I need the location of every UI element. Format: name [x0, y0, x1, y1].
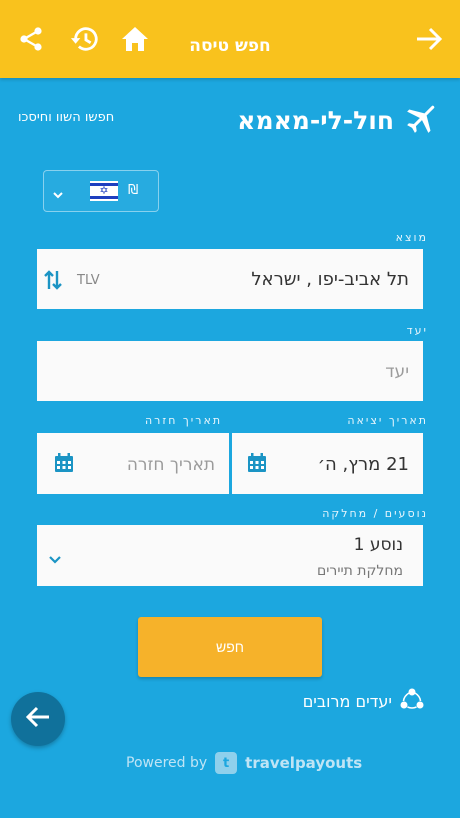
top-app-bar: חפש טיסה — [0, 0, 460, 78]
origin-field[interactable]: תל אביב-יפו , ישראל TLV — [37, 249, 423, 309]
currency-select[interactable]: ₪ ✡ — [43, 170, 159, 212]
cabin-class: מחלקת תיירים — [317, 563, 403, 579]
destination-field[interactable]: יעד — [37, 341, 423, 401]
passengers-field[interactable]: נוסע 1 מחלקת תיירים — [37, 525, 423, 586]
history-icon[interactable] — [70, 24, 100, 54]
arrow-right-icon[interactable] — [414, 24, 444, 54]
arrow-left-icon — [25, 705, 51, 733]
powered-by: Powered by t travelpayouts — [126, 752, 362, 774]
passengers-label: נוסעים / מחלקה — [322, 507, 428, 520]
multi-route-icon — [400, 688, 424, 714]
destination-placeholder: יעד — [385, 362, 409, 382]
calendar-icon — [54, 453, 74, 477]
currency-symbol: ₪ — [128, 183, 139, 198]
passengers-value: נוסע 1 — [353, 535, 403, 555]
powered-by-label: Powered by — [126, 755, 208, 771]
brand-name: חול-לי-מאמא — [237, 105, 394, 135]
origin-label: מוצא — [395, 231, 428, 244]
brand-slogan: חפשו השוו וחיסכו — [18, 110, 115, 125]
departure-value: 21 מרץ, ה׳ — [317, 454, 409, 475]
share-icon[interactable] — [16, 24, 46, 54]
origin-value: תל אביב-יפו , ישראל — [251, 269, 409, 290]
return-placeholder: תאריך חזרה — [126, 455, 215, 475]
chevron-down-icon — [52, 185, 64, 204]
swap-icon[interactable] — [43, 269, 63, 295]
page-title: חפש טיסה — [189, 36, 271, 56]
chevron-down-icon — [48, 550, 62, 569]
destination-label: יעד — [406, 324, 428, 337]
brand-header: חול-לי-מאמא — [237, 100, 440, 140]
israel-flag-icon: ✡ — [90, 181, 118, 201]
home-icon[interactable] — [120, 24, 150, 54]
return-date-field[interactable]: תאריך חזרה — [37, 433, 229, 494]
multi-destination-label: יעדים מרובים — [302, 691, 392, 711]
departure-date-field[interactable]: 21 מרץ, ה׳ — [232, 433, 423, 494]
back-button[interactable] — [11, 692, 65, 746]
return-label: תאריך חזרה — [145, 414, 223, 427]
calendar-icon — [247, 453, 267, 477]
departure-label: תאריך יציאה — [347, 414, 428, 427]
origin-code: TLV — [77, 273, 100, 288]
multi-destination-link[interactable]: יעדים מרובים — [303, 688, 424, 714]
search-button[interactable]: חפש — [138, 617, 322, 677]
travelpayouts-logo-icon: t — [215, 752, 238, 774]
travelpayouts-name: travelpayouts — [245, 754, 363, 772]
airplane-icon — [404, 100, 440, 140]
